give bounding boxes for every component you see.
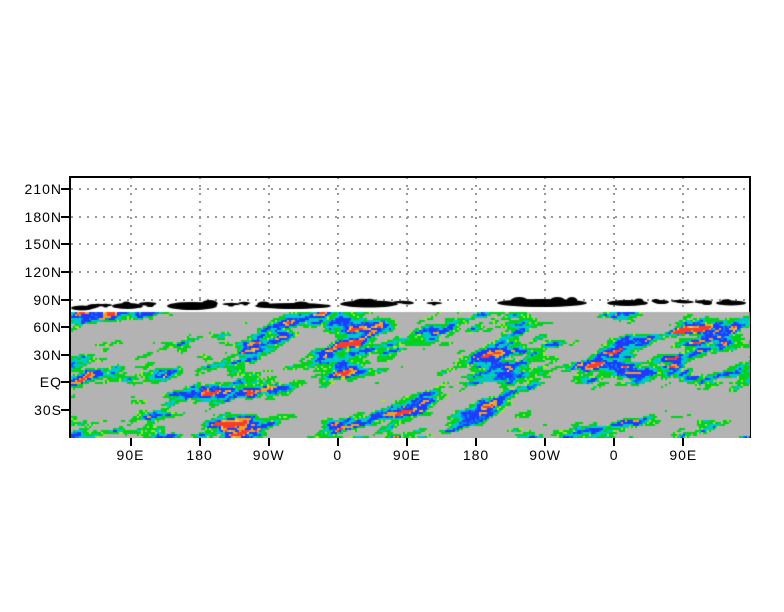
horizontal-gridline [71, 216, 749, 218]
x-axis-tick [682, 438, 684, 446]
x-axis-tick [544, 438, 546, 446]
y-tick-label: 60N [4, 319, 62, 335]
y-axis-tick [61, 271, 69, 273]
map-plot-figure: 90E 180 90W 0 90E 180 90W 0 90E 210N 180N 150N 120N 9… [0, 0, 784, 612]
x-axis-tick [475, 438, 477, 446]
x-tick-label: 180 [170, 447, 230, 463]
horizontal-gridline [71, 188, 749, 190]
y-tick-label: 150N [4, 236, 62, 252]
y-axis-tick [61, 326, 69, 328]
y-axis-tick [61, 354, 69, 356]
x-tick-label: 90E [101, 447, 161, 463]
y-tick-label: 30S [4, 402, 62, 418]
x-tick-label: 180 [446, 447, 506, 463]
y-tick-label: 180N [4, 209, 62, 225]
horizontal-gridline [71, 243, 749, 245]
y-tick-label: 30N [4, 347, 62, 363]
plot-frame-top [69, 176, 751, 178]
y-axis-tick [61, 381, 69, 383]
y-tick-label: 90N [4, 292, 62, 308]
y-axis-tick [61, 299, 69, 301]
x-tick-label: 90E [653, 447, 713, 463]
y-axis-tick [61, 216, 69, 218]
x-axis-tick [199, 438, 201, 446]
horizontal-gridline [71, 271, 749, 273]
x-tick-label: 90W [515, 447, 575, 463]
y-axis-tick [61, 188, 69, 190]
x-axis-tick [337, 438, 339, 446]
x-axis-tick [406, 438, 408, 446]
y-tick-label: EQ [4, 374, 62, 390]
x-tick-label: 90W [239, 447, 299, 463]
x-axis-tick [130, 438, 132, 446]
shaded-field-canvas [71, 296, 750, 438]
x-tick-label: 90E [377, 447, 437, 463]
y-axis-tick [61, 409, 69, 411]
x-tick-label: 0 [308, 447, 368, 463]
y-tick-label: 210N [4, 181, 62, 197]
y-axis-tick [61, 243, 69, 245]
x-axis-tick [268, 438, 270, 446]
y-tick-label: 120N [4, 264, 62, 280]
x-tick-label: 0 [584, 447, 644, 463]
x-axis-tick [613, 438, 615, 446]
